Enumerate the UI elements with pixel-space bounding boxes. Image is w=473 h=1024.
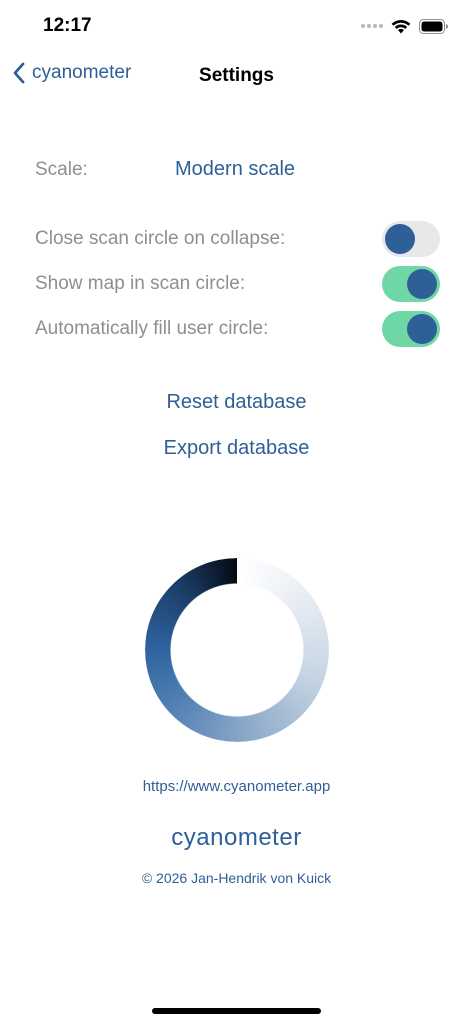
toggle-row-auto-fill: Automatically fill user circle:	[35, 309, 440, 349]
status-icons	[361, 17, 449, 35]
copyright-text: © 2026 Jan-Hendrik von Kuick	[141, 870, 332, 886]
navigation-bar: cyanometer Settings	[0, 52, 473, 100]
gradient-ring-icon	[145, 558, 329, 742]
toggle-label: Show map in scan circle:	[35, 273, 246, 294]
toggle-label: Automatically fill user circle:	[35, 318, 269, 339]
website-link[interactable]: https://www.cyanometer.app	[0, 778, 473, 795]
signal-icon	[361, 24, 383, 28]
battery-icon	[419, 18, 448, 34]
toggle-knob	[385, 224, 415, 254]
scale-row: Scale: Modern scale	[35, 155, 438, 185]
toggle-row-show-map: Show map in scan circle:	[35, 264, 440, 304]
wifi-icon	[391, 19, 411, 33]
show-map-toggle[interactable]	[382, 266, 440, 302]
scale-label: Scale:	[35, 159, 88, 180]
cyanometer-logo-ring	[145, 558, 329, 742]
reset-database-button[interactable]: Reset database	[0, 391, 473, 414]
status-time: 12:17	[43, 15, 92, 36]
scale-selector[interactable]: Modern scale	[175, 158, 295, 181]
export-database-button[interactable]: Export database	[0, 437, 473, 460]
page-title: Settings	[199, 65, 274, 86]
toggle-knob	[407, 314, 437, 344]
toggle-row-close-scan-circle: Close scan circle on collapse:	[35, 219, 440, 259]
status-bar: 12:17	[0, 0, 473, 52]
home-indicator[interactable]	[152, 1008, 321, 1014]
toggle-label: Close scan circle on collapse:	[35, 228, 286, 249]
brand-name: cyanometer	[171, 824, 302, 851]
toggle-knob	[407, 269, 437, 299]
auto-fill-user-circle-toggle[interactable]	[382, 311, 440, 347]
close-scan-circle-toggle[interactable]	[382, 221, 440, 257]
